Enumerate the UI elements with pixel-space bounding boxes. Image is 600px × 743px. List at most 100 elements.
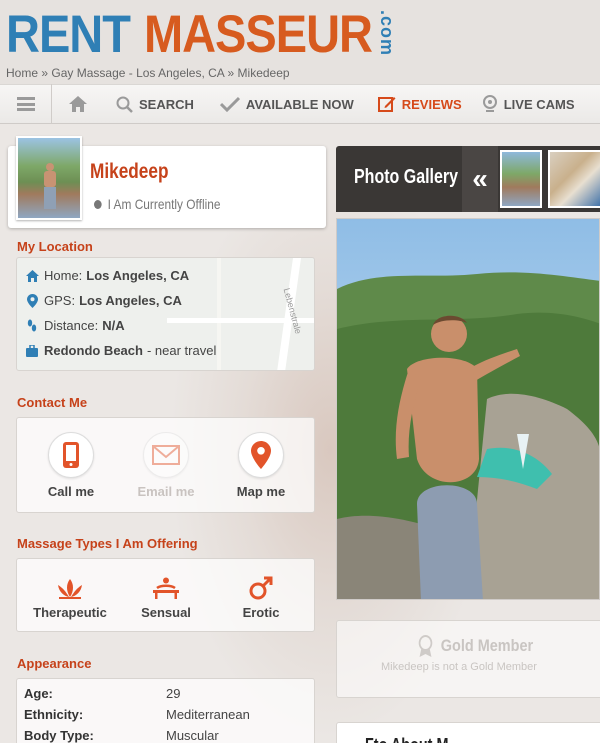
edit-icon [377,95,396,113]
distance-value: N/A [102,318,125,333]
home-value: Los Angeles, CA [86,268,190,283]
gallery-prev-button[interactable]: « [462,146,498,212]
location-heading: My Location [17,239,93,254]
profile-avatar[interactable] [16,136,82,220]
online-status: I Am Currently Offline [94,196,220,212]
footprints-icon [25,319,39,333]
travel-place: Redondo Beach [44,343,143,358]
main-photo[interactable] [336,218,600,600]
map-button[interactable]: Map me [221,432,301,499]
appearance-label: Ethnicity: [24,707,84,722]
nav-reviews-label: REVIEWS [401,96,462,112]
appearance-label: Age: [24,686,53,701]
menu-button[interactable] [0,84,52,124]
massage-type-erotic: Erotic [216,575,306,620]
gallery-title: Photo Gallery [354,166,459,188]
breadcrumb-current: Mikedeep [237,66,290,80]
appearance-row: Ethnicity: Mediterranean [24,707,314,722]
massage-types-heading: Massage Types I Am Offering [17,536,198,551]
suitcase-icon [25,344,39,357]
gallery-thumbnail[interactable] [500,150,542,208]
map-label: Map me [236,484,286,499]
nav-cams-label: LIVE CAMS [503,96,575,112]
appearance-row: Body Type: Muscular [24,728,314,743]
envelope-icon [143,432,189,478]
appearance-value: 29 [166,686,181,701]
nav-live-cams[interactable]: LIVE CAMS [482,84,575,124]
main-photo-image [337,219,599,599]
appearance-panel: Age: 29 Ethnicity: Mediterranean Body Ty… [16,678,315,743]
map-road [217,258,221,370]
email-label: Email me [137,484,195,499]
location-gps-row: GPS: Los Angeles, CA [25,293,182,308]
map-marker-icon [238,432,284,478]
location-home-row: Home: Los Angeles, CA [25,268,189,283]
appearance-label: Body Type: [24,728,94,743]
person-figure [44,163,56,209]
gold-member-panel: Gold Member Mikedeep is not a Gold Membe… [336,620,600,698]
nav-available-now[interactable]: AVAILABLE NOW [219,84,354,124]
gold-member-title-text: Gold Member [440,636,534,655]
breadcrumb-separator: » [227,66,235,80]
breadcrumb-separator: » [41,66,49,80]
photo-gallery-bar: Photo Gallery « [336,146,600,212]
gold-member-text: Mikedeep is not a Gold Member [381,661,537,673]
logo-rent-text: RENT [6,3,131,63]
massage-types-panel: Therapeutic Sensual Erotic [16,558,315,632]
gallery-thumbnail[interactable] [548,150,600,208]
massage-type-label: Sensual [141,605,191,620]
hamburger-icon [16,97,35,111]
breadcrumb-category-link[interactable]: Gay Massage - Los Angeles, CA [51,66,224,80]
gold-member-title: Gold Member [417,635,533,657]
appearance-value: Mediterranean [166,707,250,722]
status-text: I Am Currently Offline [107,196,221,212]
call-label: Call me [47,484,95,499]
about-title: Fto About M [365,735,448,743]
location-travel-row: Redondo Beach - near travel [25,343,216,358]
contact-heading: Contact Me [17,395,88,410]
webcam-icon [482,95,498,113]
nav-reviews[interactable]: REVIEWS [377,84,462,124]
gps-label: GPS: [44,293,76,308]
logo-masseur-text: MASSEUR [143,3,373,63]
profile-name: Mikedeep [90,160,169,183]
home-label: Home: [44,268,83,283]
call-button[interactable]: Call me [31,432,111,499]
site-logo[interactable]: RENT MASSEUR .com [6,2,397,64]
appearance-heading: Appearance [17,656,92,671]
lotus-icon [25,575,115,601]
contact-panel: Call me Email me Map me [16,417,315,513]
status-dot-icon [94,199,102,209]
massage-type-sensual: Sensual [121,575,211,620]
main-nav: SEARCH AVAILABLE NOW REVIEWS LIVE CAMS [0,84,600,124]
search-icon [116,96,133,113]
location-map-panel[interactable]: Lebenstrale Home: Los Angeles, CA GPS: L… [16,257,315,371]
breadcrumb-home-link[interactable]: Home [6,66,38,80]
breadcrumb: Home » Gay Massage - Los Angeles, CA » M… [6,66,290,80]
home-button[interactable] [52,84,104,124]
nav-search[interactable]: SEARCH [116,84,194,124]
profile-card: Mikedeep I Am Currently Offline [8,136,326,228]
gps-value: Los Angeles, CA [79,293,182,308]
massage-type-label: Therapeutic [33,605,107,620]
distance-label: Distance: [44,318,99,333]
nav-available-label: AVAILABLE NOW [245,96,354,112]
medal-icon [418,635,433,657]
nav-search-label: SEARCH [139,96,194,112]
checkmark-icon [219,96,240,112]
logo-com-text: .com [376,9,397,56]
phone-icon [48,432,94,478]
about-panel: Fto About M [336,722,600,743]
location-distance-row: Distance: N/A [25,318,125,333]
home-icon [25,269,39,282]
home-icon [69,96,87,112]
appearance-value: Muscular [166,728,219,743]
map-pin-icon [25,293,39,308]
email-button[interactable]: Email me [126,432,206,499]
massage-table-icon [121,575,211,601]
massage-type-therapeutic: Therapeutic [25,575,115,620]
massage-type-label: Erotic [242,605,280,620]
appearance-row: Age: 29 [24,686,314,701]
male-symbol-icon [216,575,306,601]
travel-note: - near travel [146,343,217,358]
